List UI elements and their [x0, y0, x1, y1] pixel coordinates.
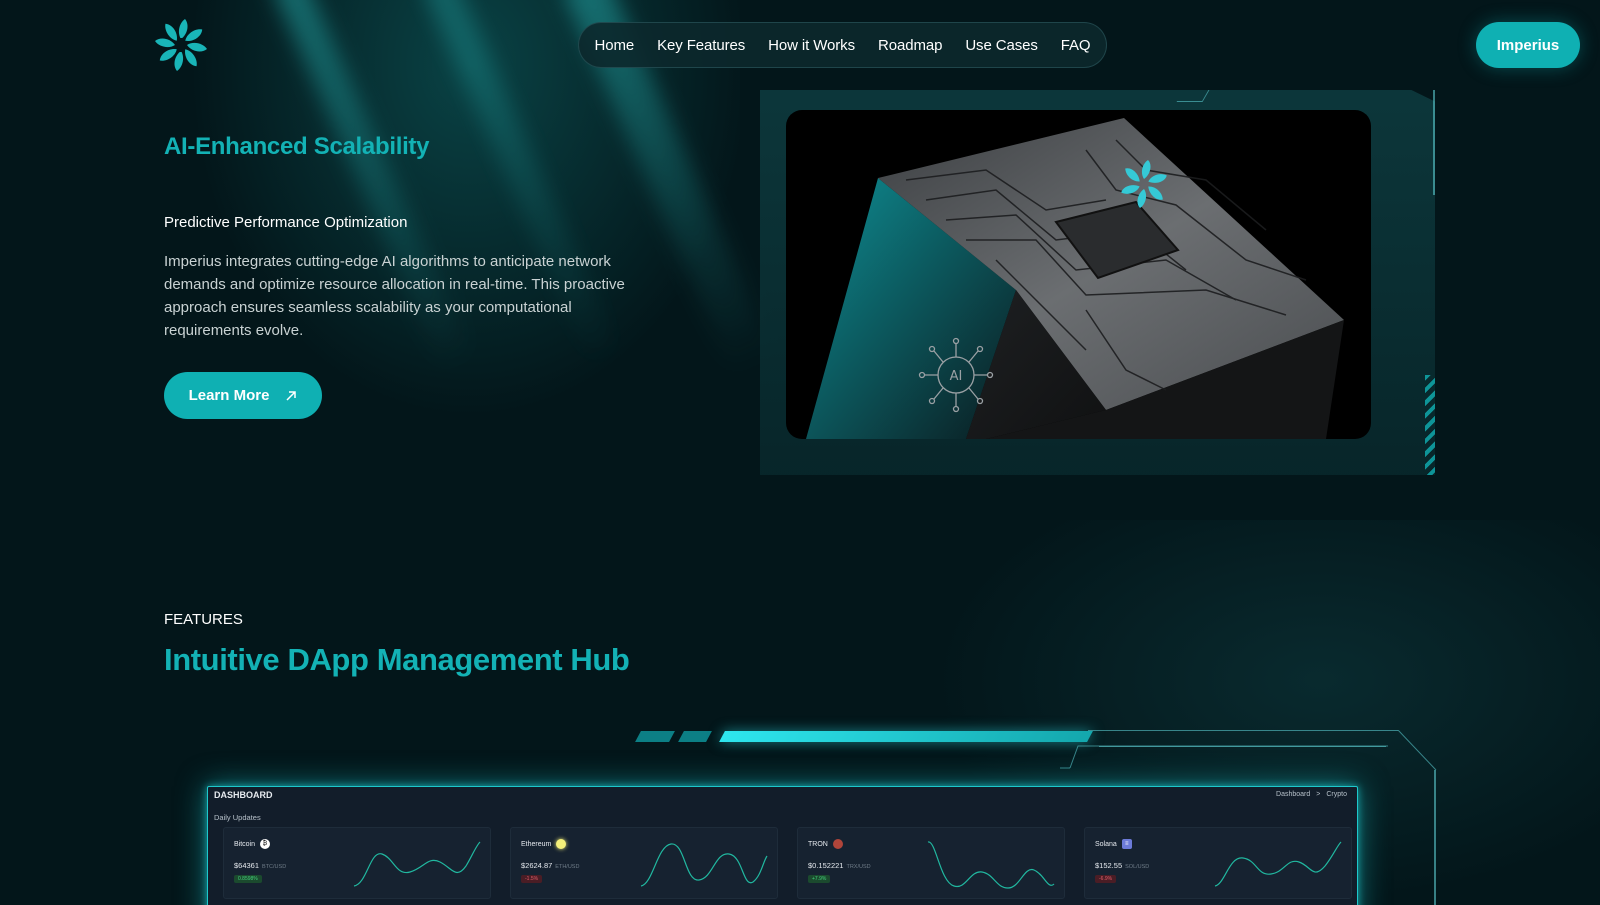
card-price: $152.55: [1095, 861, 1123, 870]
sparkline-chart: [640, 843, 768, 887]
dashboard-preview: DASHBOARD Dashboard > Crypto Daily Updat…: [207, 786, 1358, 905]
card-price: $2624.87: [521, 861, 553, 870]
card-name: Solana: [1095, 840, 1117, 848]
crypto-card-ethereum[interactable]: Ethereum $2624.87 ETH/USD -1.5%: [510, 827, 778, 899]
nav-item-key-features[interactable]: Key Features: [657, 37, 745, 54]
crypto-card-tron[interactable]: TRON $0.152221 TRX/USD +7.9%: [797, 827, 1065, 899]
hero-subtitle: Predictive Performance Optimization: [164, 214, 408, 231]
hero-description: Imperius integrates cutting-edge AI algo…: [164, 253, 625, 339]
breadcrumb-separator: >: [1316, 791, 1321, 798]
crypto-card-bitcoin[interactable]: Bitcoin ₿ $64361 BTC/USD 0.8598%: [223, 827, 491, 899]
main-nav: Home Key Features How it Works Roadmap U…: [578, 22, 1107, 68]
learn-more-button[interactable]: Learn More: [164, 372, 322, 419]
change-badge: +7.9%: [808, 875, 831, 883]
breadcrumb: Dashboard > Crypto: [1276, 791, 1347, 798]
tron-icon: [832, 839, 843, 849]
card-pair: ETH/USD: [555, 864, 580, 870]
decor-line: [1434, 770, 1436, 905]
imperius-button[interactable]: Imperius: [1476, 22, 1580, 68]
section-title: Intuitive DApp Management Hub: [164, 642, 630, 677]
card-pair: SOL/USD: [1125, 864, 1150, 870]
breadcrumb-crypto: Crypto: [1326, 791, 1347, 798]
nav-item-roadmap[interactable]: Roadmap: [878, 37, 942, 54]
sparkline-chart: [353, 841, 481, 887]
card-name: Ethereum: [521, 840, 552, 848]
arrow-up-right-icon: [286, 390, 297, 401]
nav-item-use-cases[interactable]: Use Cases: [965, 37, 1038, 54]
card-price: $64361: [234, 861, 260, 870]
decor-frame-corner: [1060, 730, 1437, 771]
nav-item-how-it-works[interactable]: How it Works: [768, 37, 855, 54]
ai-badge-text: AI: [950, 369, 963, 384]
change-badge: -1.5%: [521, 875, 543, 883]
sparkline-chart: [1214, 841, 1342, 887]
decor-bar-glow: [719, 731, 1093, 742]
nav-item-faq[interactable]: FAQ: [1061, 37, 1091, 54]
card-name: Bitcoin: [234, 840, 256, 848]
crypto-card-solana[interactable]: Solana ≡ $152.55 SOL/USD -6.9%: [1084, 827, 1352, 899]
card-pair: BTC/USD: [262, 864, 287, 870]
nav-item-home[interactable]: Home: [594, 37, 634, 54]
card-name: TRON: [808, 840, 828, 848]
dashboard-section-title: Daily Updates: [214, 813, 261, 822]
section-label: FEATURES: [164, 611, 243, 628]
ethereum-icon: [556, 839, 567, 849]
sparkline-chart: [927, 841, 1055, 889]
bitcoin-icon: ₿: [260, 839, 271, 849]
frame-edge-line: [1433, 90, 1435, 195]
card-pair: TRX/USD: [846, 864, 871, 870]
change-badge: -6.9%: [1095, 875, 1117, 883]
brand-logo-icon[interactable]: [154, 18, 208, 72]
decor-bar: [678, 731, 712, 742]
frame-stripes: [1425, 375, 1435, 475]
hero-title: AI-Enhanced Scalability: [164, 133, 430, 160]
hero-ai-chip-image: AI: [786, 110, 1371, 439]
change-badge: 0.8598%: [234, 875, 262, 883]
breadcrumb-dashboard[interactable]: Dashboard: [1276, 791, 1310, 798]
solana-icon: ≡: [1121, 839, 1132, 849]
card-price: $0.152221: [808, 861, 844, 870]
dashboard-title: DASHBOARD: [214, 790, 273, 800]
learn-more-label: Learn More: [188, 387, 270, 404]
decor-bar: [635, 731, 675, 742]
